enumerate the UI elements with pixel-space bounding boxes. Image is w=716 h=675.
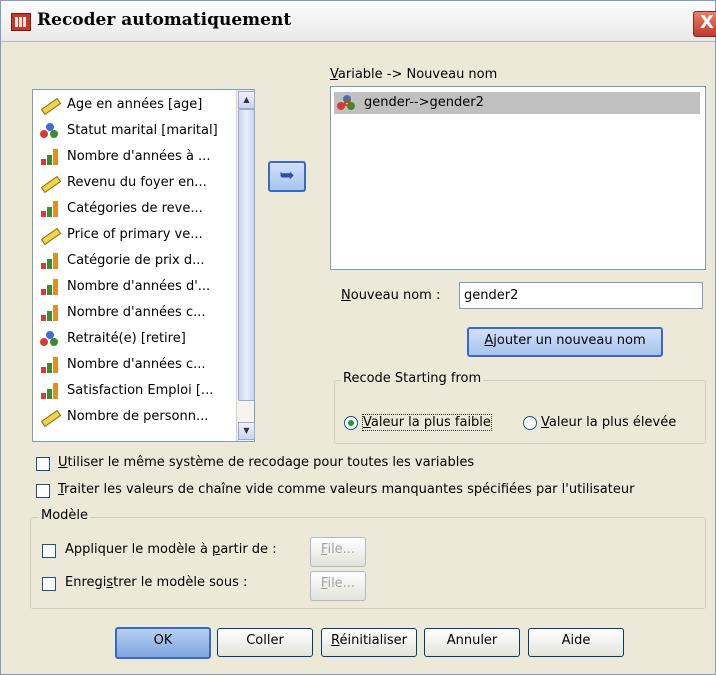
variable-list-item-label: Satisfaction Emploi [...: [67, 383, 214, 398]
save-model-label[interactable]: Enregistrer le modèle sous :: [65, 575, 247, 590]
scroll-down-arrow-icon[interactable]: ▼: [238, 422, 255, 440]
highest-value-radio[interactable]: [523, 416, 537, 430]
paste-button[interactable]: Coller: [217, 628, 313, 657]
cancel-button[interactable]: Annuler: [424, 628, 520, 657]
variable-list-item[interactable]: Satisfaction Emploi [...: [37, 380, 232, 402]
variable-list-item[interactable]: Nombre de personn...: [37, 406, 232, 428]
add-new-name-button[interactable]: Ajouter un nouveau nom: [467, 327, 663, 357]
variable-list-item-label: Price of primary ve...: [67, 227, 203, 242]
ordinal-icon: [39, 279, 59, 295]
ordinal-icon: [39, 383, 59, 399]
variable-list-item-label: Retraité(e) [retire]: [67, 331, 186, 346]
dialog-window: Recoder automatiquement X Age en années …: [0, 0, 716, 675]
source-variable-list[interactable]: Age en années [age] Statut marital [marit…: [32, 89, 255, 442]
scale-icon: [39, 409, 59, 425]
help-button[interactable]: Aide: [528, 628, 624, 657]
ok-button[interactable]: OK: [115, 627, 211, 659]
nominal-icon: [39, 331, 59, 347]
title-bar[interactable]: Recoder automatiquement X: [1, 1, 716, 42]
reset-button[interactable]: Réinitialiser: [321, 628, 417, 657]
apply-model-label[interactable]: Appliquer le modèle à partir de :: [65, 542, 277, 557]
variable-list-item-label: Nombre de personn...: [67, 409, 209, 424]
model-group: [30, 517, 706, 609]
scroll-up-arrow-icon[interactable]: ▲: [238, 91, 255, 109]
scale-icon: [39, 227, 59, 243]
variable-list-item-label: Age en années [age]: [67, 97, 203, 112]
same-scheme-label[interactable]: Utiliser le même système de recodage pou…: [58, 455, 474, 470]
apply-model-file-button[interactable]: File...: [310, 537, 366, 567]
variable-list-item[interactable]: Statut marital [marital]: [37, 120, 232, 142]
recode-group-title: Recode Starting from: [341, 371, 484, 386]
variable-list-item[interactable]: Retraité(e) [retire]: [37, 328, 232, 350]
variable-list-item[interactable]: Nombre d'années c...: [37, 302, 232, 324]
lowest-value-label[interactable]: Valeur la plus faible: [362, 414, 492, 431]
variable-list-item-label: Nombre d'années c...: [67, 305, 206, 320]
ordinal-icon: [39, 149, 59, 165]
variable-list-item[interactable]: Catégorie de prix d...: [37, 250, 232, 272]
nominal-icon: [39, 123, 59, 139]
close-button[interactable]: X: [693, 11, 716, 37]
mapping-list[interactable]: a gender-->gender2: [330, 86, 706, 270]
mapping-label: Variable -> Nouveau nom: [330, 67, 498, 82]
scroll-thumb[interactable]: [238, 109, 255, 401]
mapping-list-item[interactable]: a gender-->gender2: [334, 92, 700, 114]
blank-strings-label[interactable]: Traiter les valeurs de chaîne vide comme…: [58, 482, 634, 497]
save-model-checkbox[interactable]: [42, 577, 56, 591]
new-name-label: Nouveau nom :: [341, 288, 441, 303]
recode-starting-group: [334, 380, 706, 444]
variable-list-item-label: Catégorie de prix d...: [67, 253, 205, 268]
variable-list-item-label: Revenu du foyer en...: [67, 175, 207, 190]
variable-list-item[interactable]: Revenu du foyer en...: [37, 172, 232, 194]
variable-list-item[interactable]: Nombre d'années d'...: [37, 276, 232, 298]
variable-list-item-label: Nombre d'années d'...: [67, 279, 211, 294]
highest-value-label[interactable]: Valeur la plus élevée: [541, 415, 676, 430]
variable-list-item[interactable]: Price of primary ve...: [37, 224, 232, 246]
variable-list-item[interactable]: Age en années [age]: [37, 94, 232, 116]
move-variable-button[interactable]: ➥: [268, 161, 306, 192]
variable-list-item-label: Catégories de reve...: [67, 201, 203, 216]
variable-list-item[interactable]: Nombre d'années à ...: [37, 146, 232, 168]
variable-list-item[interactable]: Catégories de reve...: [37, 198, 232, 220]
variable-list-item-label: Statut marital [marital]: [67, 123, 218, 138]
scale-icon: [39, 97, 59, 113]
same-scheme-checkbox[interactable]: [36, 457, 50, 471]
blank-strings-checkbox[interactable]: [36, 484, 50, 498]
arrow-left-icon: ➥: [279, 165, 295, 186]
app-icon: [11, 13, 31, 31]
save-model-file-button[interactable]: File...: [310, 571, 366, 601]
variable-list-item-label: Nombre d'années à ...: [67, 149, 211, 164]
variable-list-scrollbar[interactable]: ▲ ▼: [236, 90, 255, 441]
ordinal-icon: [39, 253, 59, 269]
ordinal-icon: [39, 201, 59, 217]
variable-list-item-label: Nombre d'années c...: [67, 357, 206, 372]
apply-model-checkbox[interactable]: [42, 544, 56, 558]
model-group-title: Modèle: [39, 508, 91, 523]
lowest-value-radio[interactable]: [344, 416, 358, 430]
scale-icon: [39, 175, 59, 191]
ordinal-icon: [39, 357, 59, 373]
ordinal-icon: [39, 305, 59, 321]
dialog-title: Recoder automatiquement: [37, 10, 292, 30]
new-name-input[interactable]: [459, 282, 703, 309]
variable-list-item[interactable]: Nombre d'années c...: [37, 354, 232, 376]
